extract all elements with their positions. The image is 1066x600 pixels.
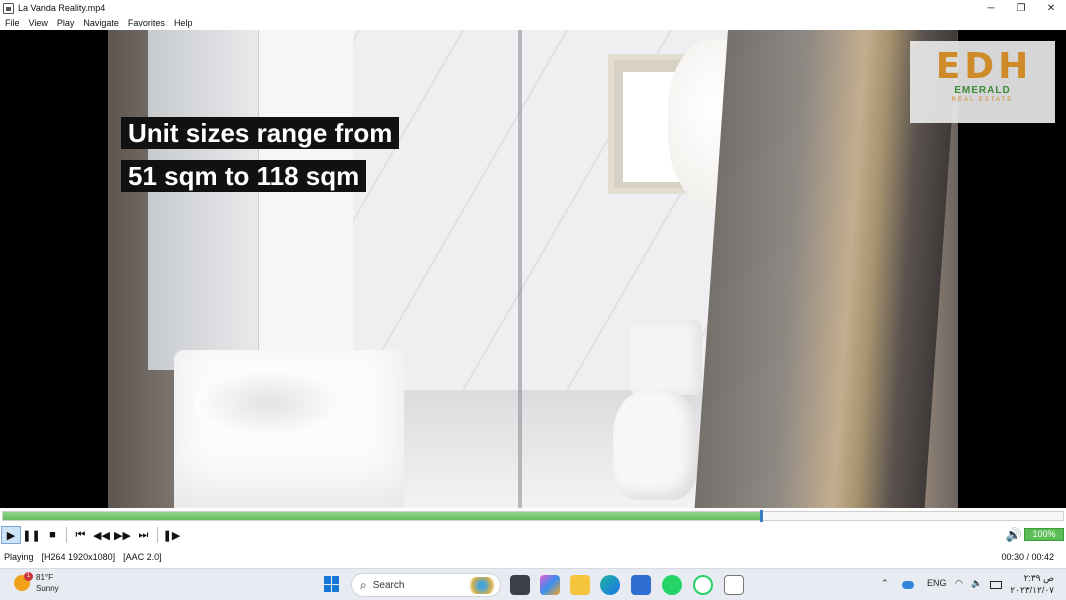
clock-time: ﺹ ۲:۳٩: [1023, 573, 1054, 583]
emerald-logo: EDH EMERALD REAL ESTATE: [910, 41, 1055, 123]
weather-desc: Sunny: [36, 584, 59, 593]
cabinet: [258, 30, 353, 360]
battery-icon[interactable]: [990, 581, 1002, 589]
seek-bar[interactable]: [0, 508, 1066, 524]
window-controls: ─ ❐ ✕: [976, 0, 1066, 16]
weather-widget[interactable]: 1 81°F Sunny: [14, 572, 59, 594]
next-button[interactable]: ⏭: [133, 526, 154, 544]
menu-file[interactable]: File: [5, 18, 20, 28]
media-player-taskbar-icon[interactable]: [724, 575, 744, 595]
caption-line-1: Unit sizes range from: [121, 117, 400, 149]
shower-glass: [518, 30, 522, 508]
whatsapp-icon[interactable]: [662, 575, 682, 595]
menu-favorites[interactable]: Favorites: [128, 18, 165, 28]
search-icon: ⌕: [360, 577, 367, 592]
forward-button[interactable]: ▶▶: [112, 526, 133, 544]
language-indicator[interactable]: ENG: [927, 578, 947, 588]
title-bar[interactable]: La Vanda Reality.mp4 ─ ❐ ✕: [0, 0, 1066, 16]
volume-slider[interactable]: 100%: [1024, 528, 1064, 541]
volume-icon[interactable]: 🔊: [1006, 527, 1022, 543]
previous-button[interactable]: ⏮: [70, 526, 91, 544]
stop-button[interactable]: ■: [42, 526, 63, 544]
maximize-button[interactable]: ❐: [1006, 0, 1036, 16]
clock-date: ۲٠۲۳/۱۲/۰۷: [1010, 585, 1054, 595]
play-button[interactable]: ▶: [1, 526, 21, 544]
status-bar: Playing [H264 1920x1080] [AAC 2.0] 00:30…: [0, 546, 1066, 568]
playback-state: Playing: [4, 552, 34, 562]
frame-step-button[interactable]: ❚▶: [161, 526, 182, 544]
notification-badge: 1: [24, 572, 33, 581]
weather-temp: 81°F: [36, 573, 53, 582]
mirror: [148, 30, 268, 370]
seek-handle[interactable]: [760, 510, 763, 522]
separator: [157, 527, 158, 543]
taskbar-search[interactable]: ⌕ Search: [351, 573, 501, 597]
time-display: 00:30 / 00:42: [1001, 552, 1054, 562]
cloud-icon[interactable]: [902, 581, 914, 589]
logo-brand: EMERALD: [954, 85, 1011, 96]
logo-subtitle: REAL ESTATE: [951, 97, 1014, 103]
media-player-window: La Vanda Reality.mp4 ─ ❐ ✕ File View Pla…: [0, 0, 1066, 568]
video-info: [H264 1920x1080]: [41, 552, 116, 562]
rewind-button[interactable]: ◀◀: [91, 526, 112, 544]
seek-track[interactable]: [2, 510, 1064, 522]
search-label: Search: [372, 579, 405, 591]
playback-controls: ▶ ❚❚ ■ ⏮ ◀◀ ▶▶ ⏭ ❚▶ 🔊 100%: [0, 524, 1066, 546]
menu-view[interactable]: View: [29, 18, 48, 28]
video-area[interactable]: Unit sizes range from 51 sqm to 118 sqm …: [0, 30, 1066, 508]
start-button[interactable]: [324, 576, 340, 592]
toilet-bowl: [613, 390, 698, 500]
speaker-muted-icon[interactable]: 🔈: [971, 578, 982, 589]
task-view-icon[interactable]: [510, 575, 530, 595]
menu-play[interactable]: Play: [57, 18, 75, 28]
file-explorer-icon[interactable]: [570, 575, 590, 595]
close-button[interactable]: ✕: [1036, 0, 1066, 16]
app-icon: [3, 2, 14, 14]
pause-button[interactable]: ❚❚: [21, 526, 42, 544]
menu-help[interactable]: Help: [174, 18, 193, 28]
toilet-tank: [630, 320, 702, 395]
store-icon[interactable]: [631, 575, 651, 595]
system-clock[interactable]: ﺹ ۲:۳٩ ۲٠۲۳/۱۲/۰۷: [1010, 572, 1054, 596]
wifi-icon[interactable]: ◠: [955, 578, 963, 589]
sink-basin: [194, 368, 344, 438]
taskbar: 1 81°F Sunny ⌕ Search ⌃ ENG ◠ 🔈 ﺹ ۲:۳٩ ۲…: [0, 568, 1066, 600]
minimize-button[interactable]: ─: [976, 0, 1006, 16]
caption-line-2: 51 sqm to 118 sqm: [121, 160, 367, 192]
audio-info: [AAC 2.0]: [123, 552, 162, 562]
whatsapp-business-icon[interactable]: [693, 575, 713, 595]
seek-progress: [3, 512, 760, 520]
menu-bar: File View Play Navigate Favorites Help: [0, 16, 1066, 30]
edge-icon[interactable]: [600, 575, 620, 595]
sun-icon: 1: [14, 572, 33, 591]
logo-mark: EDH: [935, 46, 1033, 87]
chevron-up-icon[interactable]: ⌃: [881, 578, 889, 589]
menu-navigate[interactable]: Navigate: [83, 18, 119, 28]
separator: [66, 527, 67, 543]
search-highlight-icon: [468, 577, 496, 594]
video-frame: [108, 30, 958, 508]
window-title: La Vanda Reality.mp4: [18, 3, 106, 13]
copilot-icon[interactable]: [540, 575, 560, 595]
